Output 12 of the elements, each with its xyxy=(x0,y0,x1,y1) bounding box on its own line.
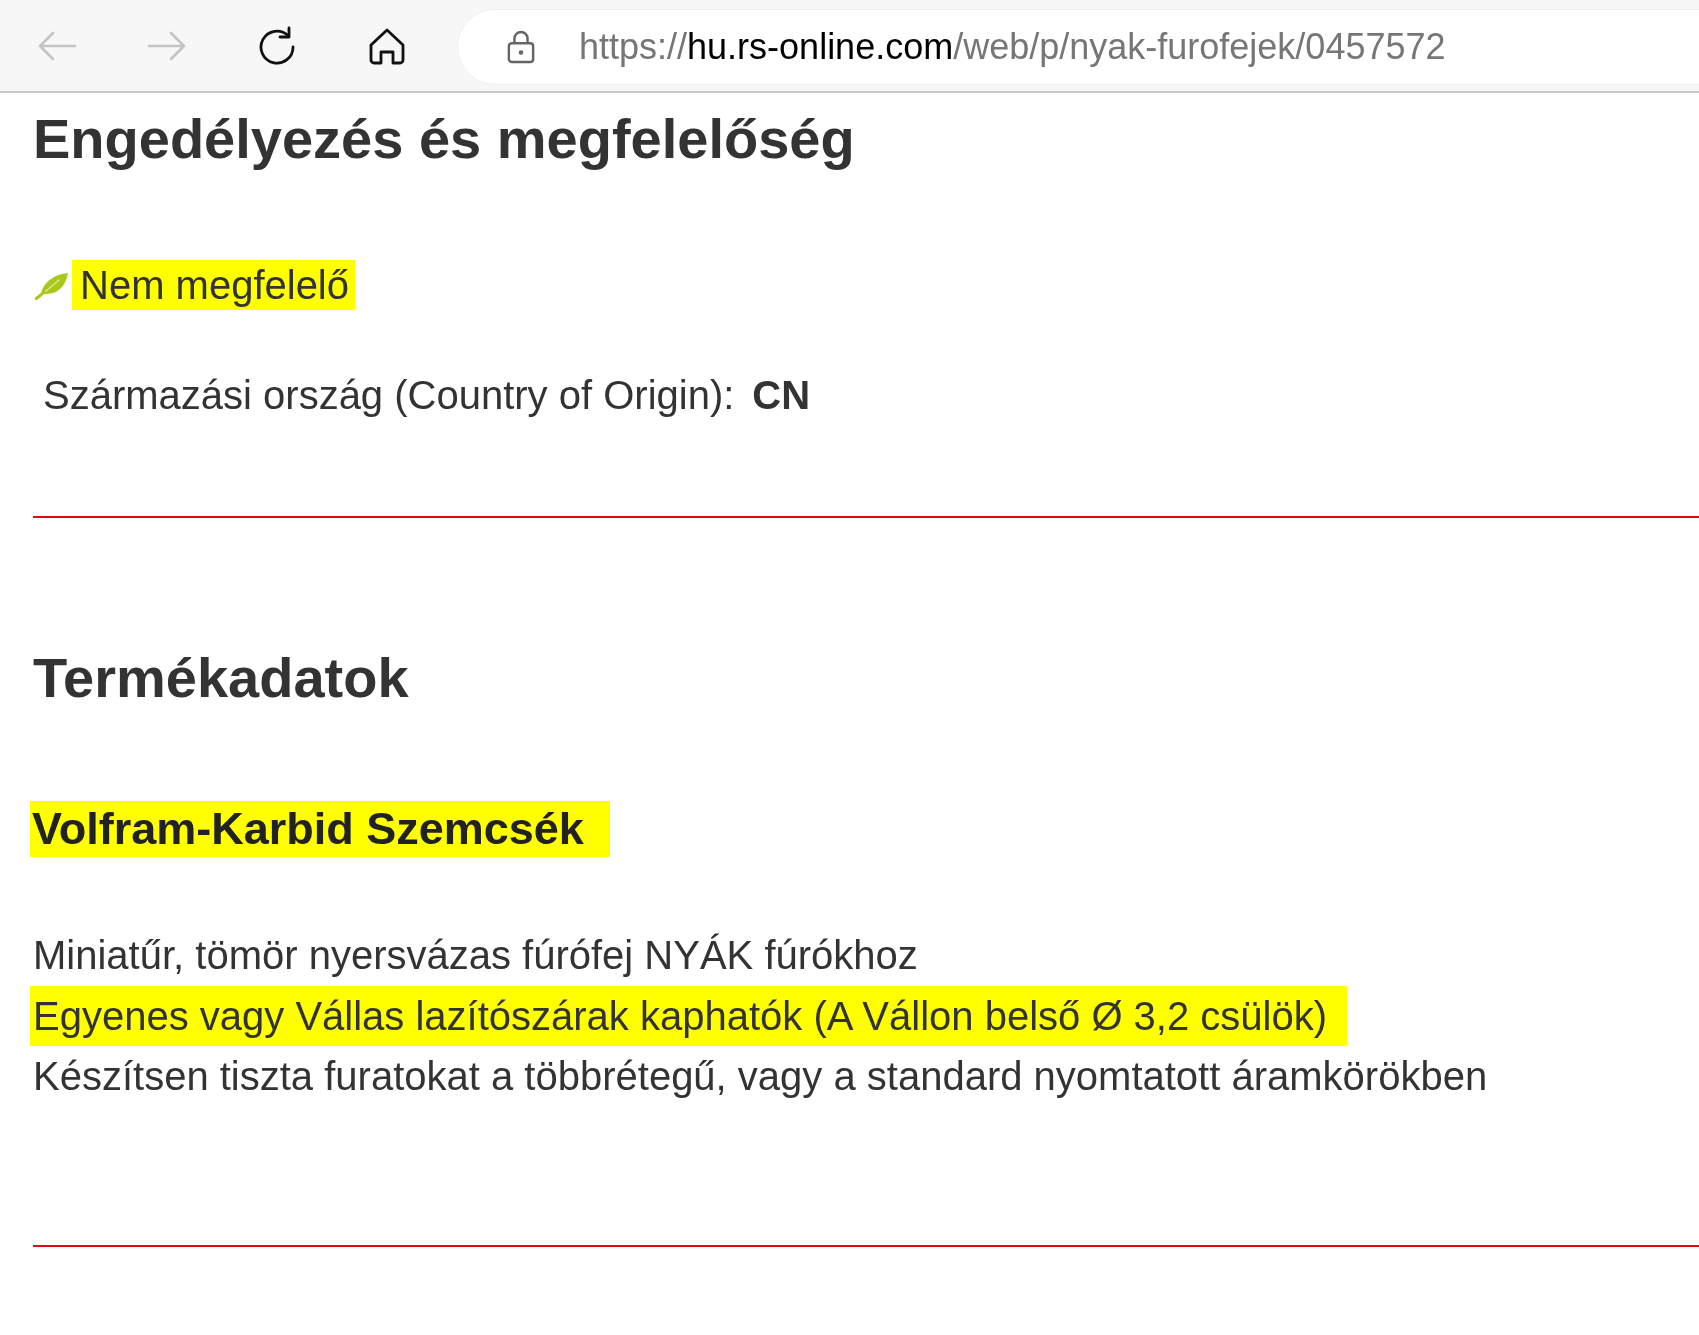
leaf-icon xyxy=(35,270,69,300)
section-heading: Engedélyezés és megfelelőség xyxy=(33,106,855,172)
refresh-icon[interactable] xyxy=(257,25,297,66)
description-line: Miniatűr, tömör nyersvázas fúrófej NYÁK fúrókhoz xyxy=(33,932,918,979)
origin-label: Származási ország (Country of Origin): xyxy=(43,372,735,419)
lock-icon xyxy=(507,29,535,64)
address-bar[interactable]: https://hu.rs-online.com/web/p/nyak-furofejek/0457572 xyxy=(458,9,1699,84)
origin-value: CN xyxy=(752,372,811,419)
description-line: Készítsen tiszta furatokat a többrétegű, vagy a standard nyomtatott áramkörökben xyxy=(33,1053,1488,1100)
section-heading: Termékadatok xyxy=(33,645,409,711)
compliance-status: Nem megfelelő xyxy=(72,260,355,310)
product-subheading: Volfram-Karbid Szemcsék xyxy=(30,801,610,857)
